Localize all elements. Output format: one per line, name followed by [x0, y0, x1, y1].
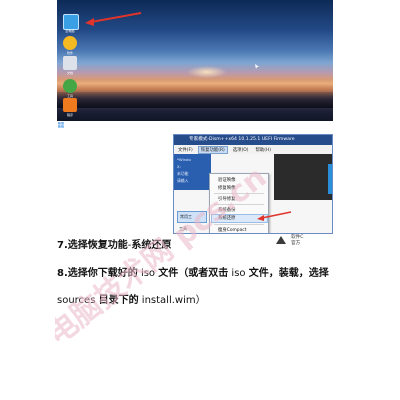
menu-item-system-backup[interactable]: 系统备份 — [218, 207, 236, 213]
session-line: 请输入 — [177, 178, 189, 183]
desktop-icon-label: 文档 — [66, 71, 73, 75]
app-icon[interactable] — [63, 36, 77, 50]
step-8-part: iso — [137, 268, 159, 279]
preview-pane — [274, 154, 332, 200]
menu-item-boot-repair[interactable]: 引导修复 — [218, 196, 236, 202]
step-8-continued: sources 目录下的 install.wim） — [57, 291, 206, 306]
warning-icon — [276, 236, 286, 244]
tool-icon[interactable] — [63, 79, 77, 93]
session-line: *Windo — [177, 157, 191, 162]
menu-item-verify-image[interactable]: 验证映像 — [218, 177, 236, 183]
step-8-part: sources — [57, 295, 99, 306]
desktop-icon-label: 软件 — [66, 51, 73, 55]
menu-help[interactable]: 帮助(H) — [253, 147, 273, 153]
desktop-icon-label: 程序 — [66, 113, 73, 117]
step-7-text: 7.选择恢复功能-系统还原 — [57, 236, 171, 251]
window-body: *Windo X: 未功能 请输入 常用工 工具 验证映像 修复映像 引导修复 … — [174, 154, 332, 233]
step-8-text: 8.选择你下载好的 iso 文件（或者双击 iso 文件，装载，选择 — [57, 264, 329, 279]
menu-file[interactable]: 文件(F) — [176, 147, 195, 153]
menu-separator — [214, 224, 264, 225]
tools-label[interactable]: 工具 — [179, 226, 187, 232]
computer-icon[interactable] — [63, 14, 79, 30]
accent-bar — [328, 164, 332, 194]
menu-item-system-restore[interactable]: 系统还原 — [218, 215, 236, 221]
menu-separator — [214, 193, 264, 194]
step-8-part: 目录下的 — [98, 295, 139, 306]
side-text: 官方 — [291, 241, 301, 246]
window-title: 专家模式-Dism++x64 10.1.25.1 UEFI Firmware — [174, 135, 332, 145]
step-8-part: 文件，装载，选择 — [248, 268, 329, 279]
step-7-prefix: 7.选择恢复功能 — [57, 240, 128, 251]
mouse-cursor-icon — [255, 64, 259, 69]
step-8-part: 文件（或者双击 — [158, 268, 229, 279]
desktop-screenshot: 此电脑 软件 文档 工具 程序 — [57, 0, 333, 121]
menu-bar: 文件(F) 恢复功能(R) 选项(O) 帮助(H) — [174, 145, 332, 154]
step-8-part: iso — [228, 268, 249, 279]
pointer-arrow-icon — [257, 211, 292, 221]
sunset-glow — [187, 66, 227, 78]
program-icon[interactable] — [63, 98, 77, 112]
common-tools-button[interactable]: 常用工 — [177, 211, 207, 223]
step-8-part: ） — [195, 295, 206, 306]
step-8-part: install.wim — [138, 295, 196, 306]
menu-item-compact[interactable]: 瘦身Compact — [218, 227, 246, 233]
windows-start-icon[interactable] — [58, 122, 64, 128]
menu-separator — [214, 204, 264, 205]
menu-item-repair-image[interactable]: 修复映像 — [218, 185, 236, 191]
shoreline — [57, 92, 333, 108]
restore-dropdown-menu: 验证映像 修复映像 引导修复 系统备份 系统还原 瘦身Compact — [209, 173, 269, 233]
desktop-icon-label: 此电脑 — [65, 29, 75, 33]
pointer-arrow-icon — [85, 12, 142, 26]
dism-window: 专家模式-Dism++x64 10.1.25.1 UEFI Firmware 文… — [173, 134, 333, 234]
menu-restore[interactable]: 恢复功能(R) — [197, 145, 228, 154]
step-7-suffix: 系统还原 — [131, 240, 172, 251]
step-8-part: 8.选择你下载好的 — [57, 268, 138, 279]
document-icon[interactable] — [63, 56, 77, 70]
menu-options[interactable]: 选项(O) — [231, 147, 251, 153]
session-line: 未功能 — [177, 171, 189, 176]
session-line: X: — [177, 164, 181, 169]
